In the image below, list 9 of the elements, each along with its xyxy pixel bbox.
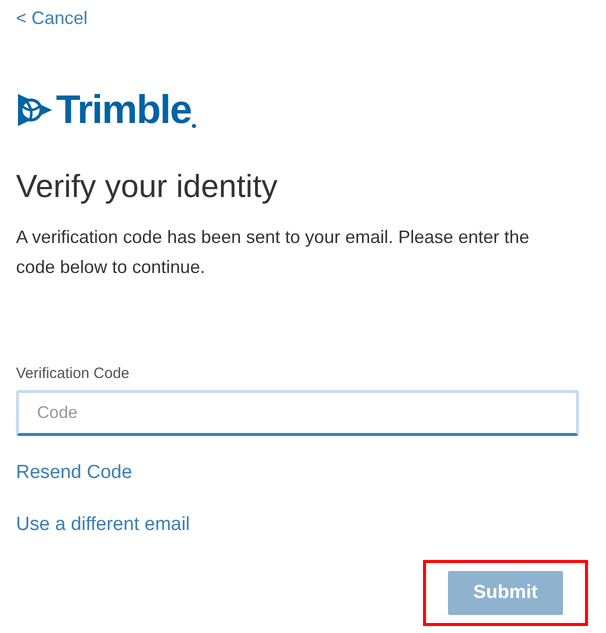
cancel-link[interactable]: < Cancel bbox=[16, 6, 590, 30]
globe-logo-icon bbox=[16, 92, 54, 128]
resend-code-link[interactable]: Resend Code bbox=[16, 460, 590, 486]
page-title: Verify your identity bbox=[16, 167, 278, 206]
code-input-field[interactable]: Code bbox=[16, 390, 579, 436]
instructions-text: A verification code has been sent to your email. Please enter the code below to continue. bbox=[16, 226, 530, 279]
field-label: Verification Code bbox=[16, 364, 130, 384]
different-email-link[interactable]: Use a different email bbox=[16, 512, 590, 538]
logo-wordmark: Trimble bbox=[56, 90, 192, 130]
